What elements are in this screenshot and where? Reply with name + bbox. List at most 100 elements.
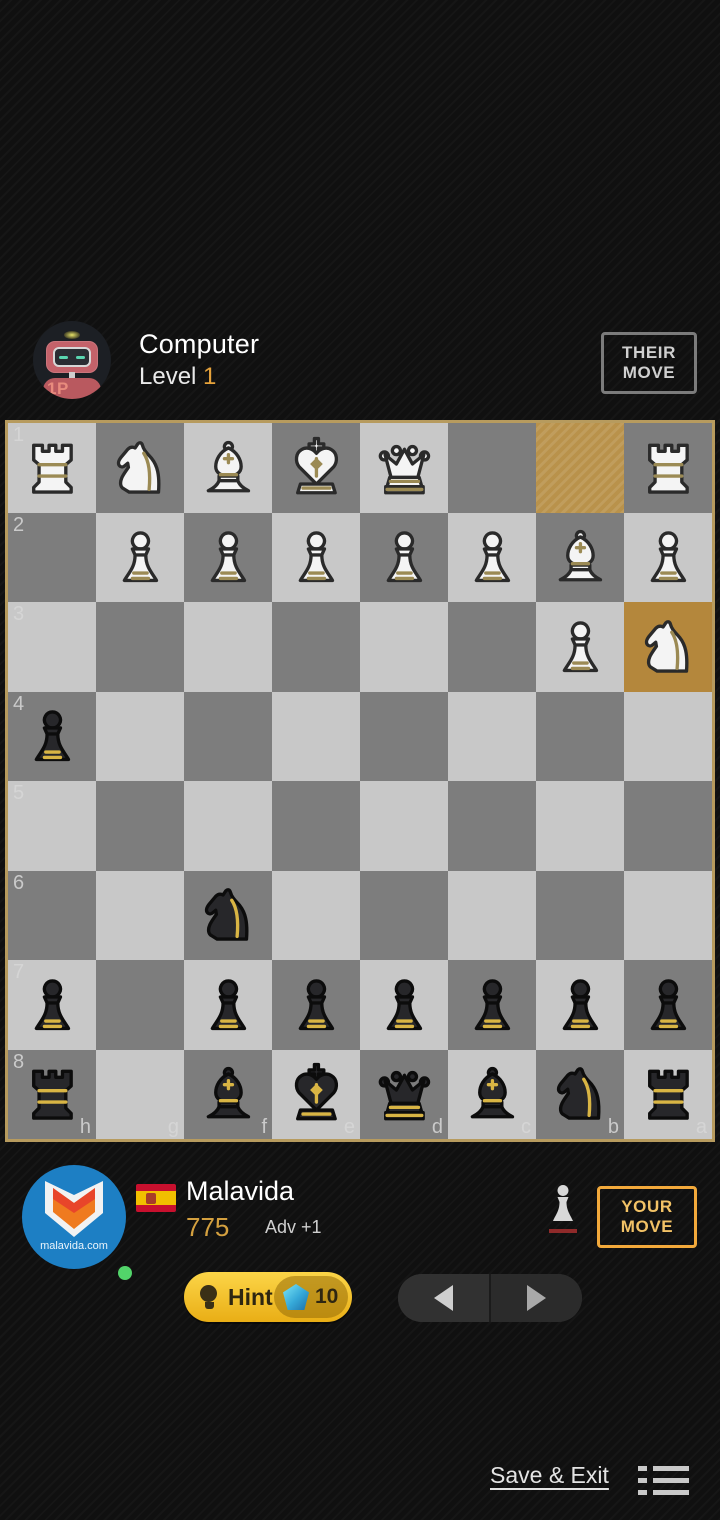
board-square-g3[interactable] xyxy=(96,602,184,692)
board-square-f2[interactable] xyxy=(184,512,272,603)
black-knight-piece[interactable] xyxy=(184,871,272,961)
chess-board[interactable]: 12345678hgfedcba xyxy=(8,423,712,1139)
board-square-d8[interactable]: d xyxy=(360,1049,448,1140)
board-square-a8[interactable]: a xyxy=(624,1049,712,1140)
board-square-b7[interactable] xyxy=(536,960,624,1050)
board-square-c5[interactable] xyxy=(448,781,536,871)
white-queen-piece[interactable] xyxy=(360,423,448,513)
board-square-d1[interactable] xyxy=(360,423,448,513)
board-square-e5[interactable] xyxy=(272,781,360,871)
board-square-h5[interactable]: 5 xyxy=(8,781,96,871)
board-square-a7[interactable] xyxy=(624,960,712,1050)
white-rook-piece[interactable] xyxy=(8,423,96,513)
black-pawn-piece[interactable] xyxy=(624,960,712,1050)
board-square-c8[interactable]: c xyxy=(448,1049,536,1140)
white-bishop-piece[interactable] xyxy=(184,423,272,513)
board-square-g8[interactable]: g xyxy=(96,1049,184,1139)
black-pawn-piece[interactable] xyxy=(272,960,360,1050)
black-pawn-piece[interactable] xyxy=(8,692,96,782)
board-square-c4[interactable] xyxy=(448,691,536,781)
black-pawn-piece[interactable] xyxy=(536,960,624,1050)
board-square-g2[interactable] xyxy=(96,512,184,603)
black-pawn-piece[interactable] xyxy=(448,960,536,1050)
board-square-a2[interactable] xyxy=(624,512,712,603)
white-pawn-piece[interactable] xyxy=(184,513,272,603)
black-bishop-piece[interactable] xyxy=(448,1050,536,1140)
board-square-b1[interactable] xyxy=(536,423,624,513)
hint-button[interactable]: Hint 10 xyxy=(184,1272,352,1322)
black-queen-piece[interactable] xyxy=(360,1050,448,1140)
board-square-e8[interactable]: e xyxy=(272,1049,360,1140)
board-square-c6[interactable] xyxy=(448,870,536,960)
black-bishop-piece[interactable] xyxy=(184,1050,272,1140)
board-square-g4[interactable] xyxy=(96,691,184,781)
white-knight-piece[interactable] xyxy=(624,602,712,692)
board-square-b5[interactable] xyxy=(536,781,624,871)
board-square-d4[interactable] xyxy=(360,691,448,781)
board-square-h7[interactable]: 7 xyxy=(8,960,96,1050)
board-square-a1[interactable] xyxy=(624,423,712,513)
board-square-d5[interactable] xyxy=(360,781,448,871)
white-king-piece[interactable] xyxy=(272,423,360,513)
board-square-b2[interactable] xyxy=(536,512,624,602)
white-pawn-piece[interactable] xyxy=(360,513,448,603)
white-knight-piece[interactable] xyxy=(96,423,184,513)
board-square-f3[interactable] xyxy=(184,602,272,692)
board-square-h6[interactable]: 6 xyxy=(8,870,96,960)
board-square-f1[interactable] xyxy=(184,423,272,513)
board-square-a5[interactable] xyxy=(624,781,712,871)
board-square-g7[interactable] xyxy=(96,960,184,1050)
white-pawn-piece[interactable] xyxy=(536,602,624,692)
board-square-a4[interactable] xyxy=(624,691,712,781)
board-square-d3[interactable] xyxy=(360,602,448,692)
board-square-e4[interactable] xyxy=(272,691,360,781)
board-square-d2[interactable] xyxy=(360,512,448,603)
previous-move-button[interactable] xyxy=(398,1274,489,1322)
board-square-f5[interactable] xyxy=(184,781,272,871)
white-pawn-piece[interactable] xyxy=(96,513,184,603)
board-square-b3[interactable] xyxy=(536,602,624,692)
board-square-f6[interactable] xyxy=(184,870,272,961)
black-rook-piece[interactable] xyxy=(8,1050,96,1140)
black-pawn-piece[interactable] xyxy=(184,960,272,1050)
board-square-e3[interactable] xyxy=(272,602,360,692)
board-square-g6[interactable] xyxy=(96,870,184,960)
board-square-f4[interactable] xyxy=(184,691,272,781)
board-square-f7[interactable] xyxy=(184,960,272,1050)
board-square-b4[interactable] xyxy=(536,691,624,781)
board-square-c7[interactable] xyxy=(448,960,536,1050)
list-menu-icon[interactable] xyxy=(638,1466,690,1504)
black-rook-piece[interactable] xyxy=(624,1050,712,1140)
board-square-c1[interactable] xyxy=(448,423,536,513)
save-and-exit-link[interactable]: Save & Exit xyxy=(490,1462,609,1489)
black-knight-piece[interactable] xyxy=(536,1050,624,1140)
robot-avatar-icon[interactable]: 1P xyxy=(33,321,111,399)
board-square-f8[interactable]: f xyxy=(184,1049,272,1140)
black-king-piece[interactable] xyxy=(272,1050,360,1140)
board-square-d7[interactable] xyxy=(360,960,448,1050)
board-square-h1[interactable]: 1 xyxy=(8,423,96,513)
board-square-g1[interactable] xyxy=(96,423,184,513)
board-square-c3[interactable] xyxy=(448,602,536,692)
board-square-e7[interactable] xyxy=(272,960,360,1050)
board-square-g5[interactable] xyxy=(96,781,184,871)
board-square-e6[interactable] xyxy=(272,870,360,960)
board-square-h3[interactable]: 3 xyxy=(8,602,96,692)
black-pawn-piece[interactable] xyxy=(8,960,96,1050)
board-square-h4[interactable]: 4 xyxy=(8,691,96,782)
white-pawn-piece[interactable] xyxy=(448,513,536,603)
black-pawn-piece[interactable] xyxy=(360,960,448,1050)
board-square-a6[interactable] xyxy=(624,870,712,960)
board-square-e1[interactable] xyxy=(272,423,360,513)
board-square-e2[interactable] xyxy=(272,512,360,603)
board-square-a3[interactable] xyxy=(624,602,712,692)
board-square-h8[interactable]: 8h xyxy=(8,1049,96,1140)
board-square-b6[interactable] xyxy=(536,870,624,960)
white-pawn-piece[interactable] xyxy=(272,513,360,603)
malavida-logo-icon[interactable]: malavida.com xyxy=(22,1165,126,1269)
board-square-c2[interactable] xyxy=(448,512,536,603)
board-square-h2[interactable]: 2 xyxy=(8,512,96,602)
white-pawn-piece[interactable] xyxy=(624,513,712,603)
board-square-d6[interactable] xyxy=(360,870,448,960)
board-square-b8[interactable]: b xyxy=(536,1049,624,1140)
